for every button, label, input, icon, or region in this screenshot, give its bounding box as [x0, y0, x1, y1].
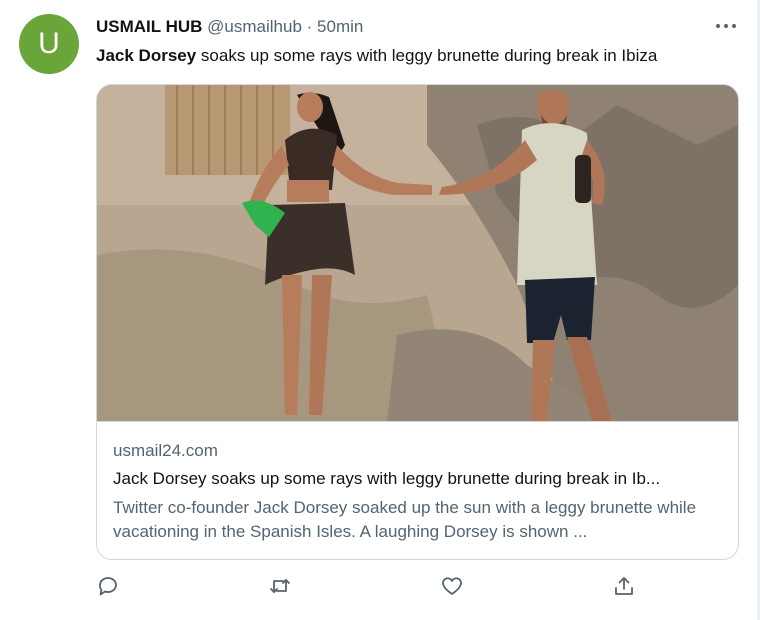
- tweet-actions: [0, 572, 756, 604]
- handle[interactable]: @usmailhub: [207, 17, 302, 36]
- card-domain: usmail24.com: [113, 441, 218, 460]
- tweet-text-rest: soaks up some rays with leggy brunette d…: [196, 46, 658, 65]
- tweet[interactable]: U USMAIL HUB @usmailhub · 50min Jack Dor…: [0, 0, 756, 620]
- avatar-letter: U: [38, 27, 60, 60]
- separator: ·: [306, 17, 313, 36]
- tweet-header: USMAIL HUB @usmailhub · 50min: [96, 17, 363, 37]
- link-card[interactable]: usmail24.com Jack Dorsey soaks up some r…: [96, 84, 739, 560]
- more-options-icon[interactable]: [714, 13, 738, 37]
- timestamp[interactable]: 50min: [317, 17, 363, 36]
- display-name[interactable]: USMAIL HUB: [96, 17, 202, 36]
- like-icon[interactable]: [438, 572, 466, 600]
- tweet-text-bold: Jack Dorsey: [96, 46, 197, 65]
- card-description: Twitter co-founder Jack Dorsey soaked up…: [113, 498, 697, 541]
- card-title: Jack Dorsey soaks up some rays with legg…: [113, 469, 661, 488]
- share-icon[interactable]: [610, 572, 638, 600]
- card-photo[interactable]: [97, 85, 738, 422]
- retweet-icon[interactable]: [266, 572, 294, 600]
- reply-icon[interactable]: [94, 572, 122, 600]
- avatar[interactable]: U: [19, 14, 79, 74]
- tweet-text: Jack Dorsey soaks up some rays with legg…: [96, 46, 657, 66]
